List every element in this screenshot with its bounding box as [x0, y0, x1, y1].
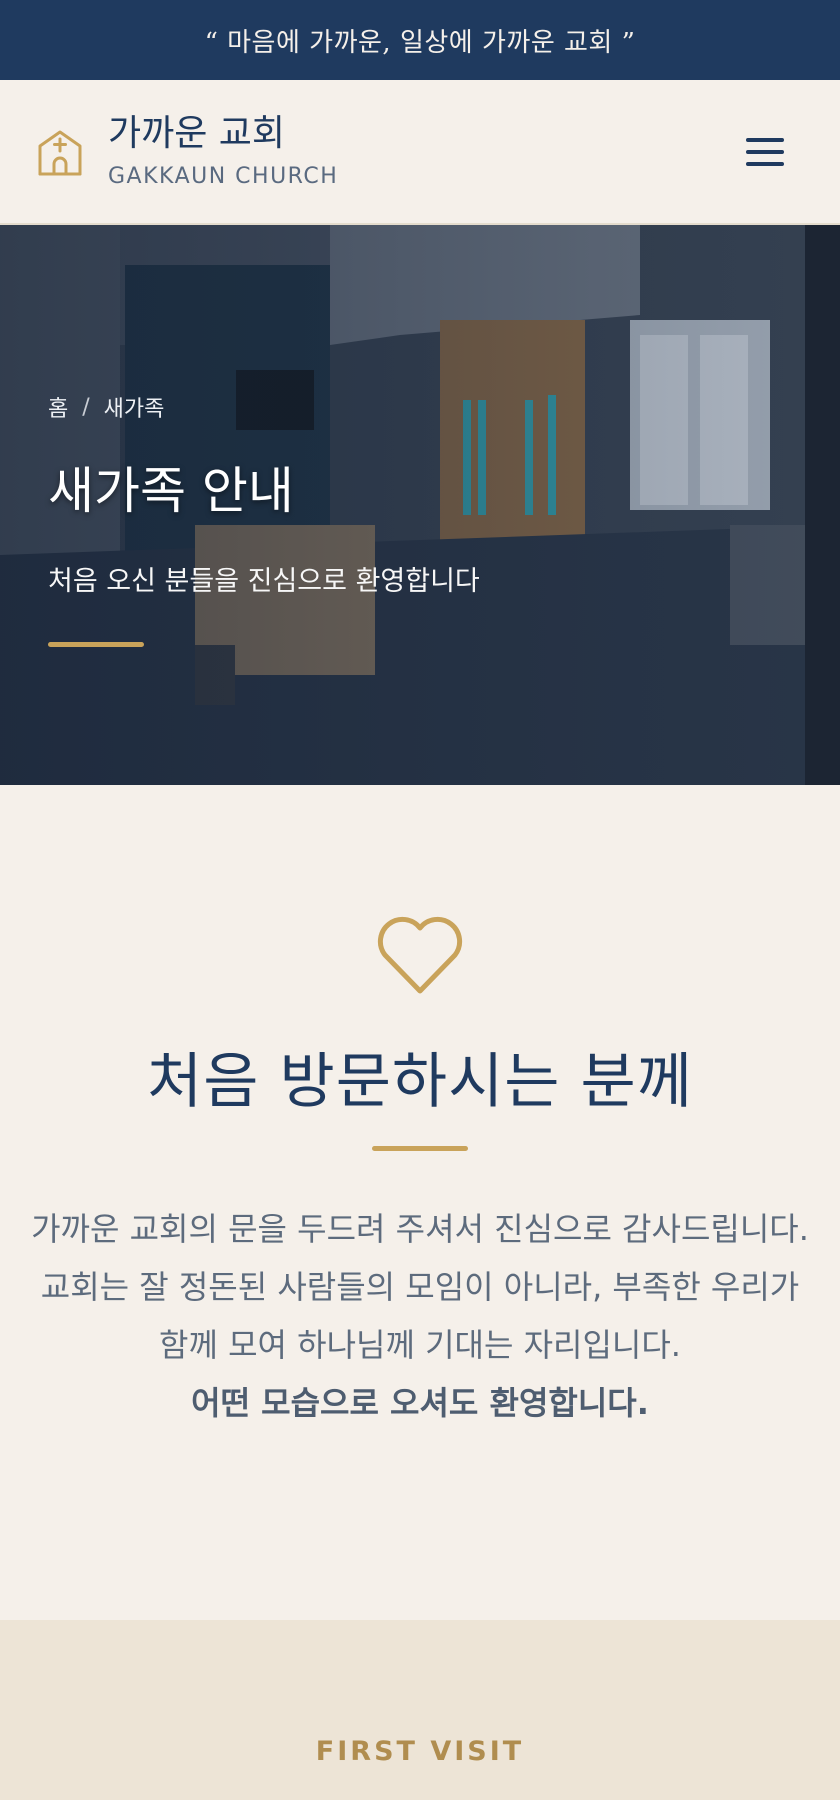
top-quote: “ 마음에 가까운, 일상에 가까운 교회 ”	[204, 27, 636, 58]
first-visit-label: FIRST VISIT	[315, 1736, 525, 1767]
welcome-title: 처음 방문하시는 분께	[147, 1047, 693, 1117]
welcome-message: 가까운 교회의 문을 두드려 주셔서 진심으로 감사드립니다. 교회는 잘 정돈…	[30, 1200, 810, 1432]
page-subtitle: 처음 오신 분들을 진심으로 환영합니다	[48, 566, 480, 597]
welcome-line-2: 교회는 잘 정돈된 사람들의 모임이 아니라, 부족한 우리가 함께 모여 하나…	[40, 1268, 800, 1364]
breadcrumb-home[interactable]: 홈	[48, 391, 68, 423]
hero-content: 홈 / 새가족 새가족 안내 처음 오신 분들을 진심으로 환영합니다	[48, 391, 480, 647]
page-title: 새가족 안내	[48, 462, 294, 520]
hero-banner: 홈 / 새가족 새가족 안내 처음 오신 분들을 진심으로 환영합니다	[0, 225, 840, 785]
welcome-line-3: 어떤 모습으로 오셔도 환영합니다.	[191, 1384, 649, 1422]
breadcrumb: 홈 / 새가족	[48, 391, 480, 423]
brand[interactable]: 가까운 교회 GAKKAUN CHURCH	[108, 114, 338, 189]
first-visit-section: FIRST VISIT	[0, 1620, 840, 1800]
site-header: 가까운 교회 GAKKAUN CHURCH	[0, 80, 840, 225]
brand-name-english: GAKKAUN CHURCH	[108, 163, 339, 189]
breadcrumb-current: 새가족	[103, 397, 165, 422]
welcome-line-1: 가까운 교회의 문을 두드려 주셔서 진심으로 감사드립니다.	[31, 1210, 809, 1248]
hamburger-icon[interactable]	[746, 136, 784, 168]
church-icon[interactable]	[34, 126, 86, 178]
welcome-section: 처음 방문하시는 분께 가까운 교회의 문을 두드려 주셔서 진심으로 감사드립…	[0, 785, 840, 1620]
welcome-underline	[372, 1146, 468, 1151]
heart-icon	[377, 916, 463, 994]
title-underline	[48, 642, 144, 647]
brand-name-korean: 가까운 교회	[108, 113, 286, 155]
top-quote-bar: “ 마음에 가까운, 일상에 가까운 교회 ”	[0, 0, 840, 80]
breadcrumb-separator: /	[82, 394, 90, 420]
